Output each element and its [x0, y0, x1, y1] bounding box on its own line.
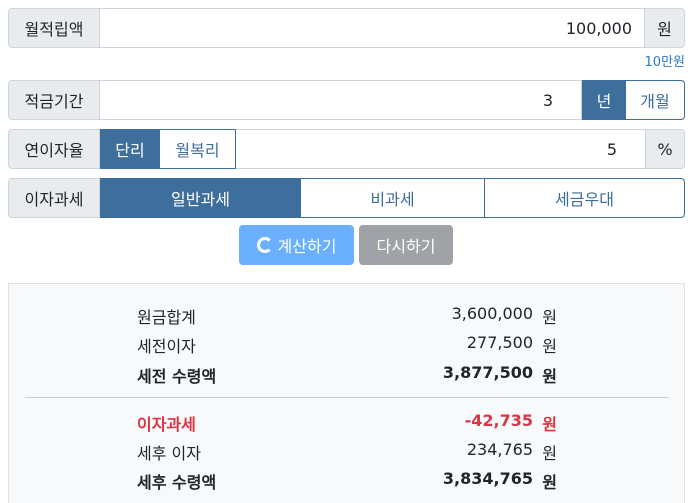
- result-pretax-interest-row: 세전이자 277,500 원: [137, 333, 557, 359]
- result-aftertax-total-row: 세후 수령액 3,834,765 원: [137, 469, 557, 495]
- period-unit-month-button[interactable]: 개월: [626, 80, 685, 120]
- result-tax-unit: 원: [542, 415, 557, 434]
- tax-label: 이자과세: [8, 178, 100, 218]
- monthly-deposit-label: 월적립액: [8, 8, 100, 48]
- result-aftertax-total-label: 세후 수령액: [137, 473, 217, 492]
- tax-row: 이자과세 일반과세 비과세 세금우대: [8, 178, 685, 218]
- result-principal-row: 원금합계 3,600,000 원: [137, 304, 557, 330]
- tax-exempt-button[interactable]: 비과세: [301, 178, 485, 218]
- rate-compound-button[interactable]: 월복리: [160, 129, 236, 169]
- result-panel: 원금합계 3,600,000 원 세전이자 277,500 원 세전 수령액 3…: [8, 283, 685, 503]
- result-aftertax-interest-unit: 원: [542, 444, 557, 463]
- monthly-deposit-hint: 10만원: [644, 55, 685, 70]
- result-tax-row: 이자과세 -42,735 원: [137, 411, 557, 437]
- rate-row: 연이자율 단리 월복리 5 %: [8, 129, 685, 169]
- result-principal-unit: 원: [542, 308, 557, 327]
- result-tax-value: -42,735: [464, 411, 533, 430]
- tax-general-button[interactable]: 일반과세: [100, 178, 301, 218]
- rate-label: 연이자율: [8, 129, 100, 169]
- result-aftertax-total-value: 3,834,765: [442, 469, 533, 488]
- result-principal-label: 원금합계: [137, 308, 196, 327]
- result-aftertax-total-unit: 원: [542, 473, 557, 492]
- result-pretax-interest-label: 세전이자: [137, 337, 196, 356]
- tax-preferential-button[interactable]: 세금우대: [485, 178, 685, 218]
- result-tax-label: 이자과세: [137, 415, 196, 434]
- period-row: 적금기간 3 년 개월: [8, 80, 685, 120]
- period-input[interactable]: 3: [100, 80, 582, 120]
- monthly-deposit-input[interactable]: 100,000: [100, 8, 645, 48]
- loading-spinner-icon: [256, 237, 273, 253]
- result-pretax-total-value: 3,877,500: [442, 363, 533, 382]
- monthly-deposit-row: 월적립액 100,000 원: [8, 8, 685, 48]
- result-aftertax-interest-label: 세후 이자: [137, 444, 201, 463]
- result-pretax-interest-unit: 원: [542, 337, 557, 356]
- result-pretax-total-unit: 원: [542, 367, 557, 386]
- rate-input[interactable]: 5: [236, 129, 646, 169]
- monthly-deposit-unit: 원: [645, 8, 685, 48]
- result-principal-value: 3,600,000: [451, 304, 533, 323]
- result-aftertax-interest-value: 234,765: [466, 440, 533, 459]
- period-label: 적금기간: [8, 80, 100, 120]
- period-unit-year-button[interactable]: 년: [582, 80, 626, 120]
- result-pretax-total-label: 세전 수령액: [137, 367, 217, 386]
- reset-button[interactable]: 다시하기: [359, 225, 453, 265]
- calculate-button[interactable]: 계산하기: [239, 225, 354, 265]
- result-pretax-interest-value: 277,500: [466, 333, 533, 352]
- rate-simple-button[interactable]: 단리: [100, 129, 160, 169]
- calculate-button-label: 계산하기: [277, 237, 337, 256]
- result-divider: [25, 397, 669, 398]
- rate-unit: %: [646, 129, 685, 169]
- result-aftertax-interest-row: 세후 이자 234,765 원: [137, 440, 557, 466]
- result-pretax-total-row: 세전 수령액 3,877,500 원: [137, 363, 557, 389]
